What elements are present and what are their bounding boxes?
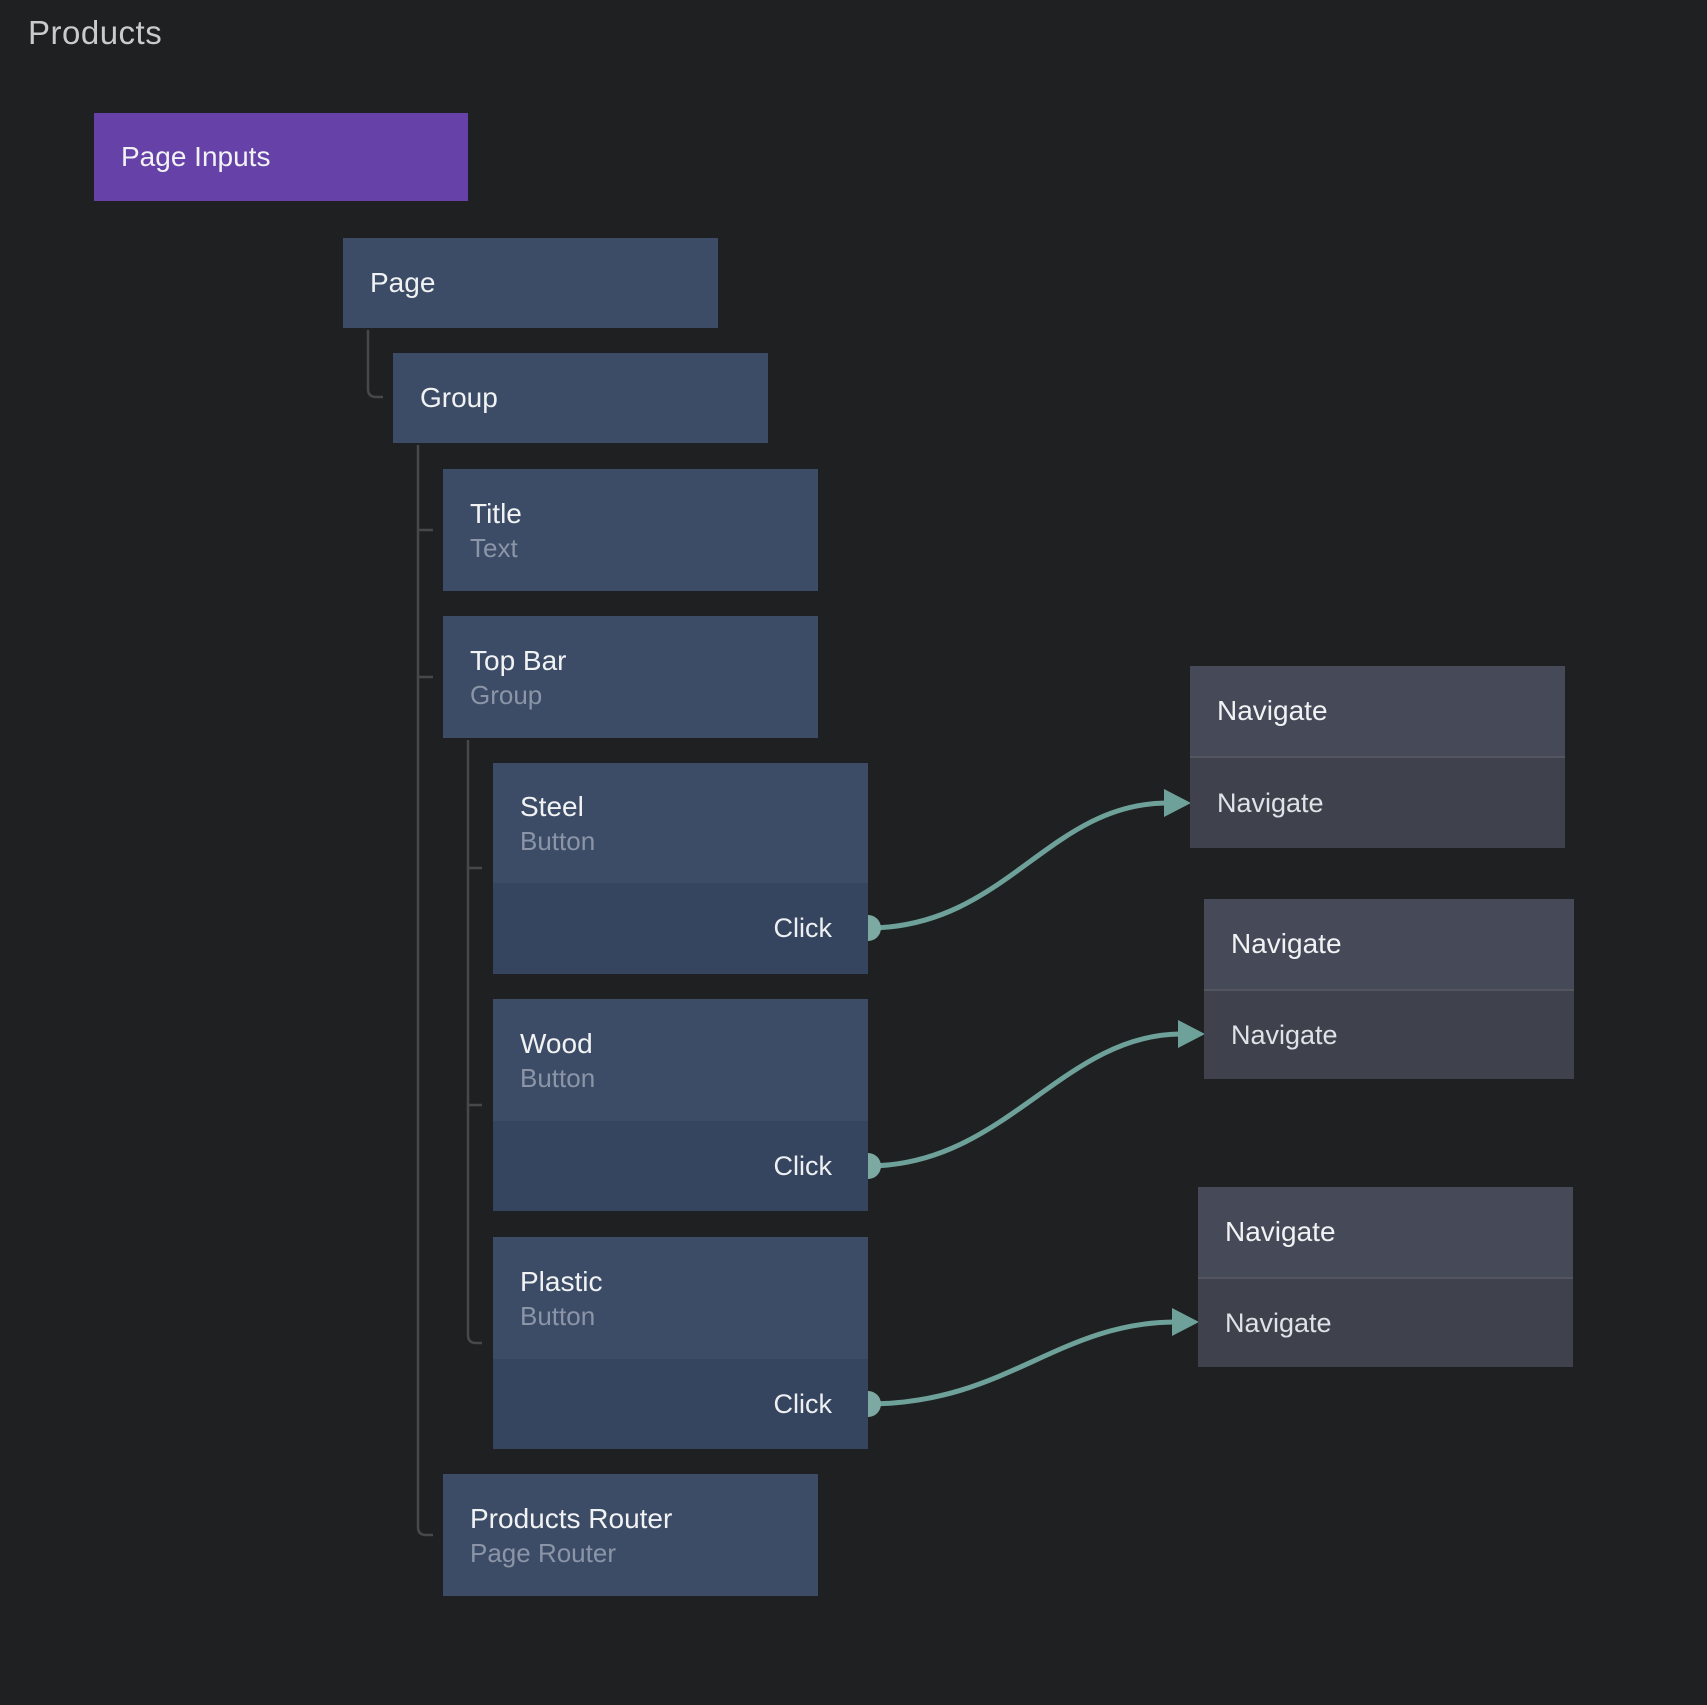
node-label: Steel: [520, 791, 868, 822]
tree-line-group-children: [418, 445, 433, 1535]
navigate-step-row[interactable]: Navigate: [1204, 989, 1574, 1079]
node-navigate-action-1[interactable]: Navigate Navigate: [1190, 666, 1565, 848]
node-wood-button[interactable]: Wood Button Click: [493, 999, 868, 1211]
node-page[interactable]: Page: [343, 238, 718, 328]
node-steel-button[interactable]: Steel Button Click: [493, 763, 868, 974]
node-main-section: Wood Button: [493, 999, 868, 1121]
node-main-section: Steel Button: [493, 763, 868, 883]
action-step-label: Navigate: [1217, 788, 1324, 818]
action-header: Navigate: [1190, 666, 1565, 756]
node-group[interactable]: Group: [393, 353, 768, 443]
node-top-bar-group[interactable]: Top Bar Group: [443, 616, 818, 738]
node-navigate-action-2[interactable]: Navigate Navigate: [1204, 899, 1574, 1079]
event-label: Click: [774, 913, 833, 944]
node-label: Wood: [520, 1028, 868, 1059]
node-page-inputs[interactable]: Page Inputs: [94, 113, 468, 201]
node-label: Top Bar: [470, 645, 818, 676]
node-label: Page: [370, 267, 435, 298]
connection-plastic-navigate[interactable]: [868, 1322, 1174, 1404]
node-label: Group: [420, 382, 498, 413]
action-title: Navigate: [1217, 695, 1328, 726]
node-type-label: Button: [520, 1302, 868, 1331]
action-title: Navigate: [1225, 1216, 1336, 1247]
node-label: Plastic: [520, 1266, 868, 1297]
node-label: Products Router: [470, 1503, 818, 1534]
node-main-section: Plastic Button: [493, 1237, 868, 1359]
arrowhead-icon: [1164, 789, 1191, 817]
navigate-step-row[interactable]: Navigate: [1190, 756, 1565, 848]
node-navigate-action-3[interactable]: Navigate Navigate: [1198, 1187, 1573, 1367]
tree-line-topbar-children: [468, 740, 482, 1343]
action-header: Navigate: [1198, 1187, 1573, 1277]
node-label: Page Inputs: [121, 141, 270, 172]
navigate-step-row[interactable]: Navigate: [1198, 1277, 1573, 1367]
click-event-row[interactable]: Click: [493, 883, 868, 974]
node-title-text[interactable]: Title Text: [443, 469, 818, 591]
action-header: Navigate: [1204, 899, 1574, 989]
node-type-label: Page Router: [470, 1539, 818, 1568]
node-plastic-button[interactable]: Plastic Button Click: [493, 1237, 868, 1449]
click-event-row[interactable]: Click: [493, 1121, 868, 1211]
connection-wood-navigate[interactable]: [868, 1034, 1180, 1166]
flow-canvas[interactable]: Products Page Inputs: [0, 0, 1707, 1705]
event-label: Click: [774, 1151, 833, 1182]
action-step-label: Navigate: [1231, 1020, 1338, 1050]
click-event-row[interactable]: Click: [493, 1359, 868, 1449]
node-type-label: Group: [470, 681, 818, 710]
arrowhead-icon: [1178, 1020, 1205, 1048]
tree-line-page-group: [368, 330, 383, 397]
arrowhead-icon: [1172, 1308, 1199, 1336]
connection-steel-navigate[interactable]: [868, 803, 1166, 928]
event-label: Click: [774, 1389, 833, 1420]
action-title: Navigate: [1231, 928, 1342, 959]
node-label: Title: [470, 498, 818, 529]
node-products-router[interactable]: Products Router Page Router: [443, 1474, 818, 1596]
node-type-label: Button: [520, 827, 868, 856]
node-type-label: Text: [470, 534, 818, 563]
node-type-label: Button: [520, 1064, 868, 1093]
action-step-label: Navigate: [1225, 1308, 1332, 1338]
